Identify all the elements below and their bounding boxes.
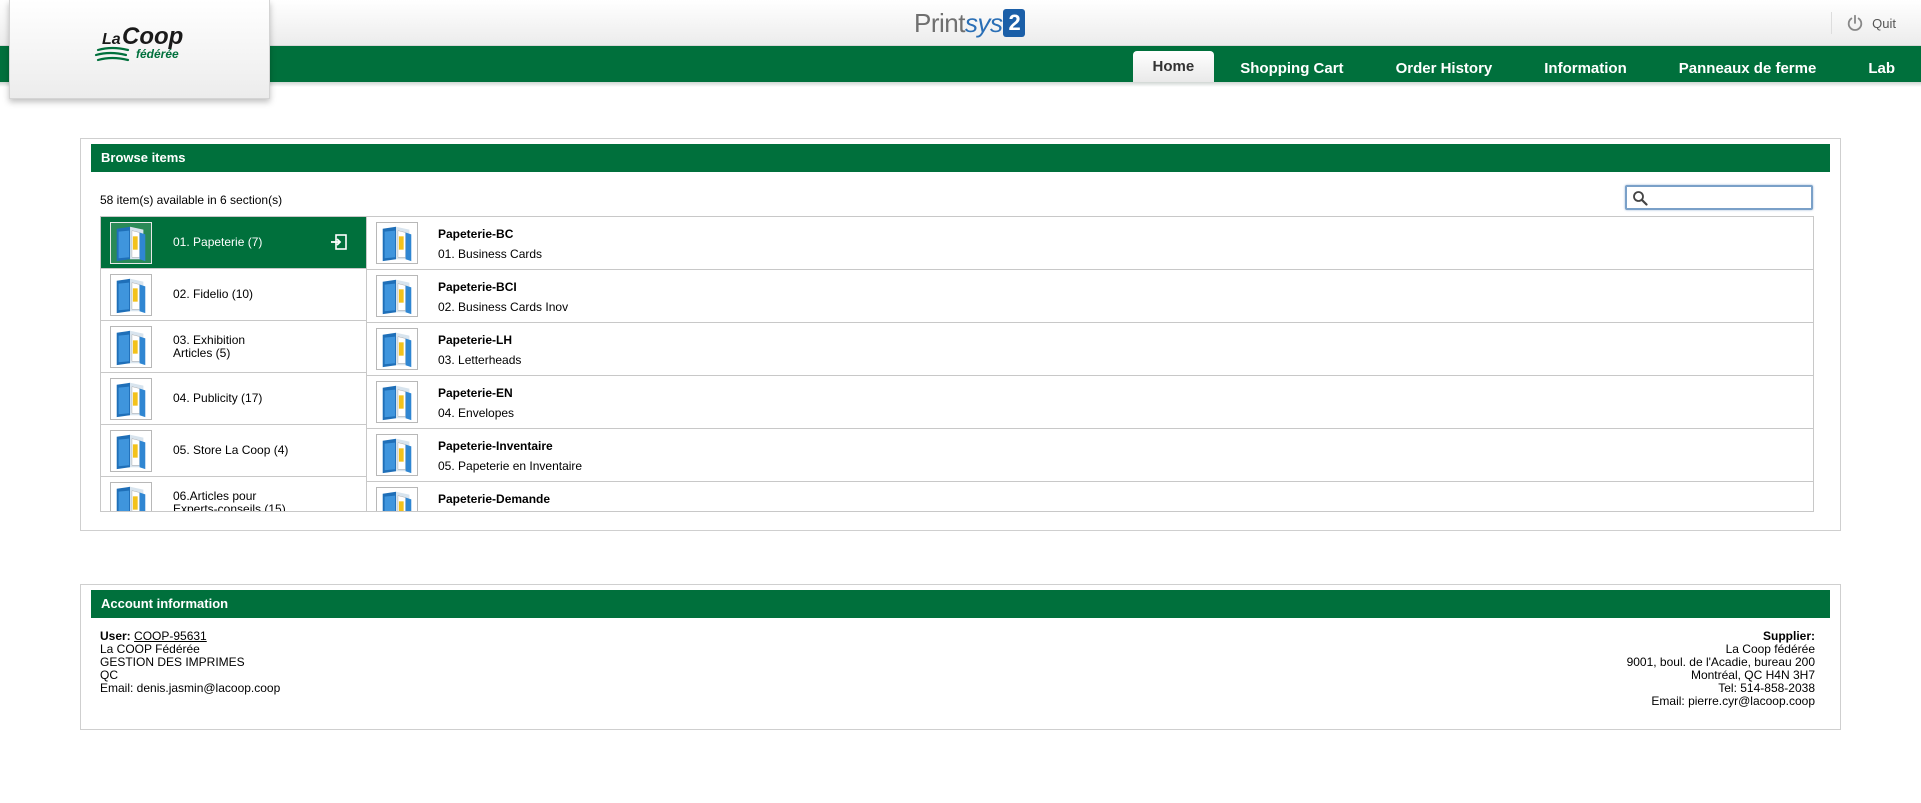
catalog-item[interactable]: Papeterie-LH 03. Letterheads bbox=[367, 323, 1813, 376]
main-nav-bar: Home Shopping Cart Order History Informatio… bbox=[0, 46, 1921, 82]
item-name: 05. Papeterie en Inventaire bbox=[438, 459, 583, 473]
search-input[interactable] bbox=[1627, 187, 1811, 208]
user-dept: GESTION DES IMPRIMES bbox=[100, 655, 245, 669]
supplier-label: Supplier: bbox=[1762, 629, 1815, 643]
catalog-item[interactable]: Papeterie-BC 01. Business Cards bbox=[367, 217, 1813, 270]
folder-icon bbox=[376, 328, 418, 370]
section-label: 05. Store La Coop (4) bbox=[173, 443, 289, 457]
section-item[interactable]: 06.Articles pour Experts-conseils (15) bbox=[101, 477, 366, 512]
catalog-item[interactable]: Papeterie-Inventaire 05. Papeterie en Inv… bbox=[367, 429, 1813, 482]
main-nav: Home Shopping Cart Order History Informatio… bbox=[1132, 51, 1921, 82]
item-code: Papeterie-Demande bbox=[438, 492, 551, 506]
section-item[interactable]: 03. Exhibition Articles (5) bbox=[101, 321, 366, 373]
catalog-item[interactable]: Papeterie-BCI 02. Business Cards Inov bbox=[367, 270, 1813, 323]
logo-main-text-a: La bbox=[102, 31, 121, 48]
folder-icon bbox=[110, 222, 152, 264]
quit-button[interactable]: Quit bbox=[1831, 12, 1896, 34]
nav-shadow bbox=[0, 82, 1921, 87]
folder-icon bbox=[110, 274, 152, 316]
browse-area: 01. Papeterie (7) 02. Fidelio (10) 03. Exh… bbox=[100, 216, 1814, 512]
power-icon bbox=[1847, 14, 1863, 31]
nav-tab-information[interactable]: Information bbox=[1518, 54, 1653, 82]
nav-tab-order-history[interactable]: Order History bbox=[1370, 54, 1519, 82]
search-icon bbox=[1633, 191, 1648, 206]
brand-prefix: Print bbox=[914, 7, 965, 38]
item-list: Papeterie-BC 01. Business Cards Papeterie-… bbox=[367, 217, 1813, 511]
item-name: 03. Letterheads bbox=[438, 353, 522, 367]
nav-tab-shopping-cart[interactable]: Shopping Cart bbox=[1214, 54, 1369, 82]
folder-icon bbox=[110, 482, 152, 511]
folder-icon bbox=[110, 430, 152, 472]
item-code: Papeterie-LH bbox=[438, 333, 513, 347]
section-item[interactable]: 02. Fidelio (10) bbox=[101, 269, 366, 321]
search-box[interactable] bbox=[1625, 185, 1813, 210]
user-label: User: bbox=[100, 629, 131, 643]
user-id-link[interactable]: COOP-95631 bbox=[134, 629, 207, 643]
enter-icon[interactable] bbox=[330, 233, 348, 251]
user-email: Email: denis.jasmin@lacoop.coop bbox=[100, 681, 281, 695]
section-item[interactable]: 05. Store La Coop (4) bbox=[101, 425, 366, 477]
section-list: 01. Papeterie (7) 02. Fidelio (10) 03. Exh… bbox=[101, 217, 367, 512]
quit-label: Quit bbox=[1872, 15, 1896, 31]
supplier-email: Email: pierre.cyr@lacoop.coop bbox=[1651, 694, 1815, 708]
item-code: Papeterie-BC bbox=[438, 227, 514, 241]
section-label: 04. Publicity (17) bbox=[173, 391, 263, 405]
section-item[interactable]: 01. Papeterie (7) bbox=[101, 217, 366, 269]
folder-icon bbox=[376, 222, 418, 264]
catalog-item[interactable]: Papeterie-Demande bbox=[367, 482, 1813, 511]
folder-icon bbox=[110, 378, 152, 420]
section-label: 03. Exhibition Articles (5) bbox=[173, 332, 246, 360]
printsys-logo: Print sys 2 bbox=[914, 7, 1026, 38]
section-item[interactable]: 04. Publicity (17) bbox=[101, 373, 366, 425]
folder-icon bbox=[376, 434, 418, 476]
catalog-item[interactable]: Papeterie-EN 04. Envelopes bbox=[367, 376, 1813, 429]
folder-icon bbox=[110, 326, 152, 368]
item-count-text: 58 item(s) available in 6 section(s) bbox=[100, 193, 283, 207]
nav-tab-home[interactable]: Home bbox=[1132, 51, 1215, 82]
supplier-info: Supplier: La Coop fédérée 9001, boul. de… bbox=[1627, 630, 1815, 708]
account-panel-title: Account information bbox=[91, 590, 1830, 618]
item-name: 04. Envelopes bbox=[438, 406, 515, 420]
folder-icon bbox=[376, 487, 418, 511]
item-name: 02. Business Cards Inov bbox=[438, 300, 569, 314]
lacoop-logo: La Coop fédérée bbox=[94, 24, 183, 62]
item-name: 01. Business Cards bbox=[438, 247, 543, 261]
item-code: Papeterie-Inventaire bbox=[438, 439, 553, 453]
folder-icon bbox=[376, 275, 418, 317]
section-label: 06.Articles pour Experts-conseils (15) bbox=[173, 488, 286, 512]
nav-tab-lab[interactable]: Lab bbox=[1842, 54, 1921, 82]
account-panel: Account information User: COOP-95631 La … bbox=[80, 584, 1841, 730]
item-code: Papeterie-BCI bbox=[438, 280, 517, 294]
svg-text:fédérée: fédérée bbox=[136, 47, 179, 61]
account-user-info: User: COOP-95631 La COOP Fédérée GESTION… bbox=[100, 630, 280, 695]
logo-card[interactable]: La Coop fédérée bbox=[9, 0, 270, 99]
section-label: 02. Fidelio (10) bbox=[173, 287, 254, 301]
brand-accent: sys bbox=[964, 7, 1003, 38]
browse-panel: Browse items 58 item(s) available in 6 s… bbox=[80, 138, 1841, 531]
item-code: Papeterie-EN bbox=[438, 386, 513, 400]
browse-panel-title: Browse items bbox=[91, 144, 1830, 172]
section-label: 01. Papeterie (7) bbox=[173, 235, 263, 249]
folder-icon bbox=[376, 381, 418, 423]
nav-tab-panneaux-de-ferme[interactable]: Panneaux de ferme bbox=[1653, 54, 1843, 82]
top-bar: Print sys 2 Quit bbox=[0, 0, 1921, 46]
brand-version-badge: 2 bbox=[1003, 9, 1026, 37]
